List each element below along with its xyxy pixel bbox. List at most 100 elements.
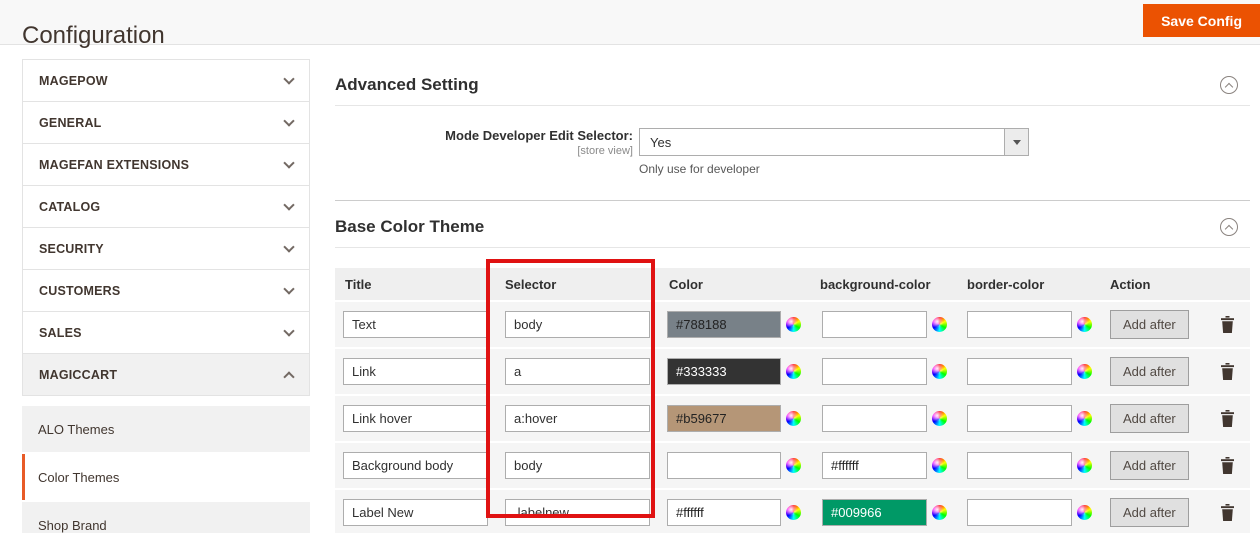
color-wheel-icon[interactable] <box>786 364 801 379</box>
col-header-color: Color <box>665 277 820 292</box>
add-after-button[interactable]: Add after <box>1110 404 1189 433</box>
selector-input[interactable] <box>505 311 650 338</box>
title-input[interactable] <box>343 358 488 385</box>
sidebar-subitem-alo-themes[interactable]: ALO Themes <box>22 406 310 452</box>
add-after-button[interactable]: Add after <box>1110 451 1189 480</box>
sidebar-subitem-shop-brand[interactable]: Shop Brand <box>22 502 310 533</box>
color-input[interactable] <box>667 405 781 432</box>
mode-developer-select-value: Yes <box>640 129 1004 155</box>
background-color-input[interactable] <box>822 358 927 385</box>
color-wheel-icon[interactable] <box>1077 364 1092 379</box>
table-row: Add after <box>335 443 1250 488</box>
sidebar-sections: MAGEPOW GENERAL MAGEFAN EXTENSIONS CATAL… <box>22 59 310 396</box>
add-after-button[interactable]: Add after <box>1110 310 1189 339</box>
title-input[interactable] <box>343 311 488 338</box>
advanced-setting-title: Advanced Setting <box>335 75 479 94</box>
chevron-down-icon <box>283 115 294 126</box>
trash-icon[interactable] <box>1220 504 1235 521</box>
base-color-theme-title: Base Color Theme <box>335 217 484 236</box>
sidebar-item-catalog[interactable]: CATALOG <box>22 185 310 228</box>
save-config-button[interactable]: Save Config <box>1143 4 1260 37</box>
selector-input[interactable] <box>505 358 650 385</box>
color-input[interactable] <box>667 452 781 479</box>
color-input[interactable] <box>667 358 781 385</box>
chevron-down-icon <box>283 73 294 84</box>
mode-developer-field-row: Mode Developer Edit Selector: [store vie… <box>335 128 1250 176</box>
color-theme-table: Title Selector Color background-color bo… <box>335 268 1250 533</box>
sidebar-subitem-color-themes[interactable]: Color Themes <box>22 454 310 500</box>
border-color-input[interactable] <box>967 452 1072 479</box>
color-wheel-icon[interactable] <box>932 505 947 520</box>
color-wheel-icon[interactable] <box>1077 411 1092 426</box>
col-header-background-color: background-color <box>820 277 965 292</box>
col-header-border-color: border-color <box>965 277 1110 292</box>
color-wheel-icon[interactable] <box>786 505 801 520</box>
add-after-button[interactable]: Add after <box>1110 498 1189 527</box>
color-wheel-icon[interactable] <box>1077 458 1092 473</box>
title-input[interactable] <box>343 499 488 526</box>
color-wheel-icon[interactable] <box>932 364 947 379</box>
title-input[interactable] <box>343 452 488 479</box>
color-wheel-icon[interactable] <box>932 458 947 473</box>
configuration-page: Configuration Save Config MAGEPOW GENERA… <box>0 0 1260 533</box>
mode-developer-select[interactable]: Yes <box>639 128 1029 156</box>
selector-input[interactable] <box>505 405 650 432</box>
main-content: Advanced Setting Mode Developer Edit Sel… <box>335 45 1250 533</box>
border-color-input[interactable] <box>967 311 1072 338</box>
sidebar-item-label: SECURITY <box>39 242 285 256</box>
chevron-down-icon <box>283 199 294 210</box>
trash-icon[interactable] <box>1220 363 1235 380</box>
background-color-input[interactable] <box>822 405 927 432</box>
sidebar-item-label: MAGEFAN EXTENSIONS <box>39 158 285 172</box>
sidebar-item-magiccart[interactable]: MAGICCART <box>22 353 310 396</box>
trash-icon[interactable] <box>1220 410 1235 427</box>
col-header-action: Action <box>1110 277 1206 292</box>
sidebar-item-label: MAGICCART <box>39 368 285 382</box>
field-hint: Only use for developer <box>639 162 1029 176</box>
sidebar-subitem-label: ALO Themes <box>38 422 114 437</box>
background-color-input[interactable] <box>822 311 927 338</box>
collapse-chevron-circle-icon[interactable] <box>1220 76 1238 94</box>
color-wheel-icon[interactable] <box>1077 505 1092 520</box>
selector-input[interactable] <box>505 452 650 479</box>
sidebar-item-customers[interactable]: CUSTOMERS <box>22 269 310 312</box>
selector-input[interactable] <box>505 499 650 526</box>
table-row: Add after <box>335 349 1250 394</box>
border-color-input[interactable] <box>967 358 1072 385</box>
col-header-selector: Selector <box>505 277 665 292</box>
color-wheel-icon[interactable] <box>1077 317 1092 332</box>
color-wheel-icon[interactable] <box>932 317 947 332</box>
color-wheel-icon[interactable] <box>786 458 801 473</box>
trash-icon[interactable] <box>1220 316 1235 333</box>
background-color-input[interactable] <box>822 452 927 479</box>
sidebar-item-sales[interactable]: SALES <box>22 311 310 354</box>
page-title: Configuration <box>22 22 165 50</box>
background-color-input[interactable] <box>822 499 927 526</box>
border-color-input[interactable] <box>967 499 1072 526</box>
title-input[interactable] <box>343 405 488 432</box>
sidebar-subitem-label: Shop Brand <box>38 518 107 533</box>
color-wheel-icon[interactable] <box>932 411 947 426</box>
sidebar-item-label: CUSTOMERS <box>39 284 285 298</box>
color-wheel-icon[interactable] <box>786 317 801 332</box>
sidebar-item-security[interactable]: SECURITY <box>22 227 310 270</box>
advanced-setting-heading: Advanced Setting <box>335 75 1250 106</box>
trash-icon[interactable] <box>1220 457 1235 474</box>
color-input[interactable] <box>667 499 781 526</box>
collapse-chevron-circle-icon[interactable] <box>1220 218 1238 236</box>
chevron-down-icon <box>283 325 294 336</box>
sidebar-item-magefan-extensions[interactable]: MAGEFAN EXTENSIONS <box>22 143 310 186</box>
caret-down-icon[interactable] <box>1004 129 1028 155</box>
mode-developer-field-label: Mode Developer Edit Selector: <box>335 128 633 143</box>
config-nav-sidebar: MAGEPOW GENERAL MAGEFAN EXTENSIONS CATAL… <box>22 60 310 533</box>
add-after-button[interactable]: Add after <box>1110 357 1189 386</box>
sidebar-item-general[interactable]: GENERAL <box>22 101 310 144</box>
sidebar-subitems: ALO Themes Color Themes Shop Brand <box>22 406 310 533</box>
color-wheel-icon[interactable] <box>786 411 801 426</box>
sidebar-item-magepow[interactable]: MAGEPOW <box>22 59 310 102</box>
chevron-down-icon <box>283 283 294 294</box>
sidebar-subitem-label: Color Themes <box>38 470 119 485</box>
color-input[interactable] <box>667 311 781 338</box>
page-header: Configuration Save Config <box>0 0 1260 45</box>
border-color-input[interactable] <box>967 405 1072 432</box>
